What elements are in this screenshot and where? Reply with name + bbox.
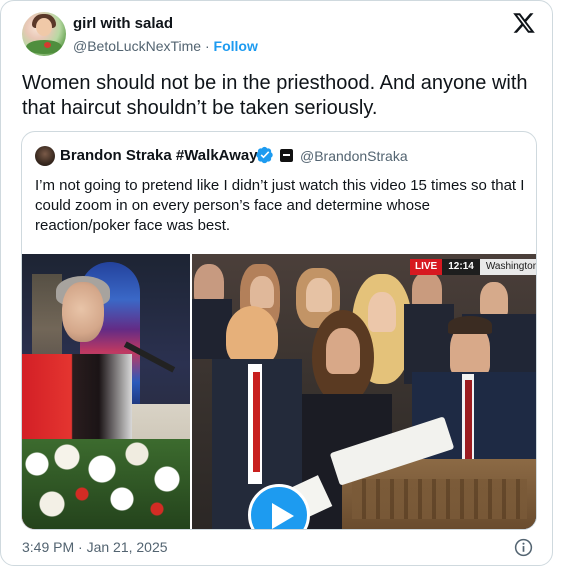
verified-badge-icon — [256, 146, 273, 164]
author-name[interactable]: girl with salad — [73, 15, 173, 32]
quote-author-name[interactable]: Brandon Straka #WalkAway — [60, 147, 258, 164]
info-icon[interactable] — [514, 538, 533, 557]
quote-text: I’m not going to pretend like I didn’t j… — [35, 177, 525, 234]
video-frame-right: LIVE 12:14 Washington — [192, 254, 536, 529]
live-label: LIVE — [410, 259, 443, 275]
author-handle-row: @BetoLuckNexTime · Follow — [73, 38, 258, 54]
quoted-tweet[interactable]: Brandon Straka #WalkAway @BrandonStraka … — [21, 131, 537, 530]
video-media[interactable]: LIVE 12:14 Washington — [22, 254, 536, 529]
broadcast-time: 12:14 — [442, 259, 480, 275]
affiliate-badge-icon — [280, 149, 293, 162]
tweet-text: Women should not be in the priesthood. A… — [22, 72, 528, 119]
separator-dot: · — [201, 38, 214, 54]
author-avatar[interactable] — [22, 12, 66, 56]
author-handle[interactable]: @BetoLuckNexTime — [73, 38, 201, 54]
x-logo-icon[interactable] — [512, 11, 536, 35]
quote-author-avatar[interactable] — [35, 146, 55, 166]
broadcast-location: Washington — [479, 259, 536, 275]
tweet-timestamp[interactable]: 3:49 PM · Jan 21, 2025 — [22, 539, 168, 555]
follow-button[interactable]: Follow — [214, 38, 258, 54]
play-icon — [272, 503, 294, 529]
video-frame-left — [22, 254, 190, 529]
tweet-card: girl with salad @BetoLuckNexTime · Follo… — [0, 0, 553, 566]
quote-author-handle[interactable]: @BrandonStraka — [300, 148, 408, 164]
live-broadcast-badge: LIVE 12:14 Washington — [410, 259, 536, 275]
